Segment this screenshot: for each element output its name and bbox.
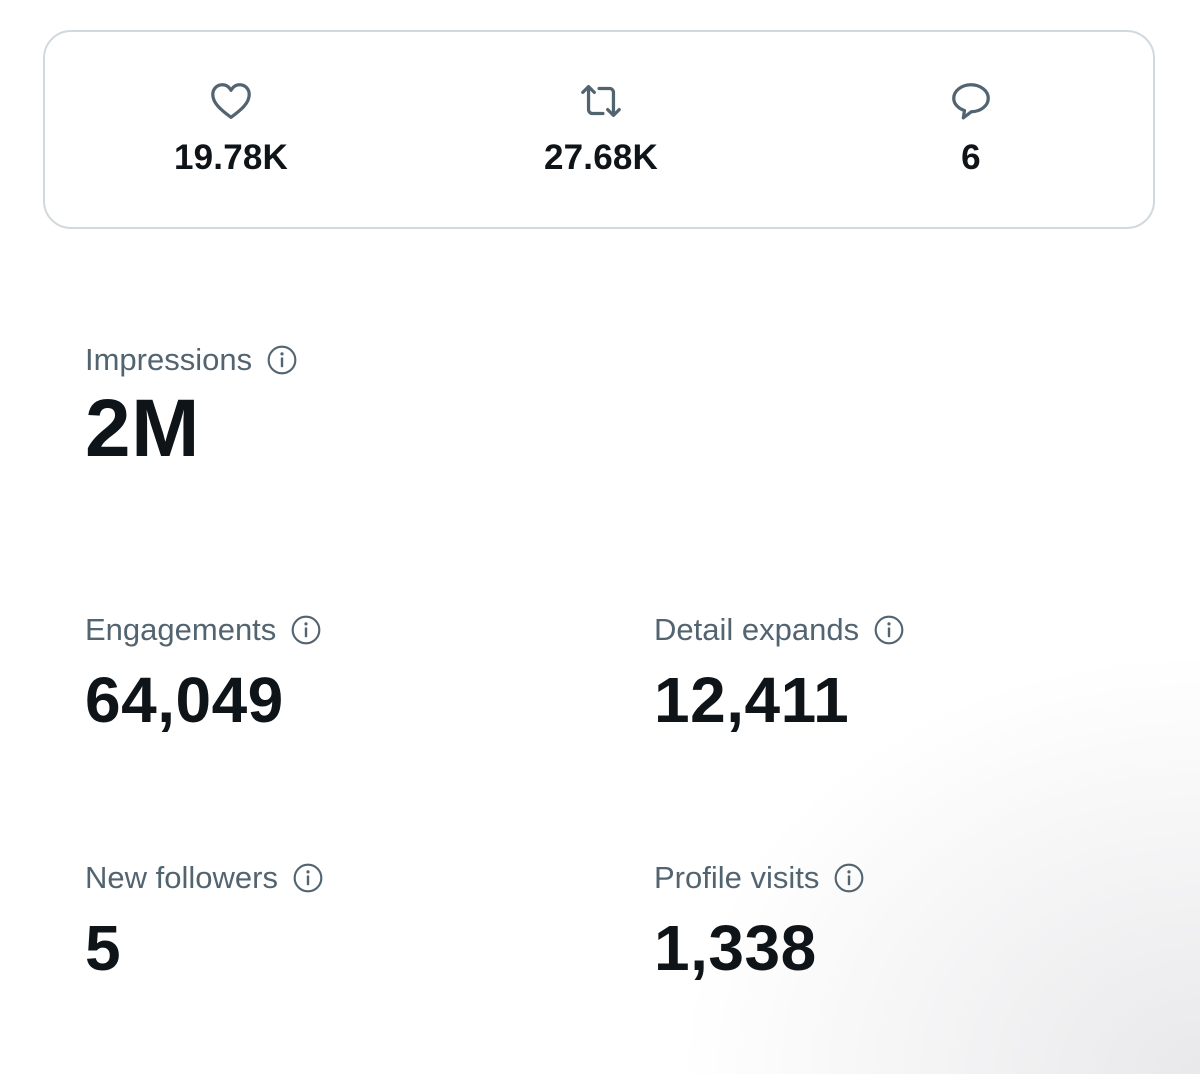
retweets-stat[interactable]: 27.68K — [501, 78, 701, 178]
detail-expands-value: 12,411 — [654, 664, 850, 736]
profile-visits-label: Profile visits — [654, 860, 820, 895]
reply-icon — [952, 83, 990, 120]
info-icon[interactable] — [290, 614, 322, 646]
info-icon[interactable] — [833, 862, 865, 894]
impressions-metric: Impressions 2M — [85, 340, 298, 474]
profile-visits-metric: Profile visits 1,338 — [654, 858, 865, 984]
impressions-value: 2M — [85, 383, 200, 474]
heart-icon — [211, 83, 251, 119]
info-icon[interactable] — [266, 344, 298, 376]
detail-expands-label: Detail expands — [654, 612, 860, 647]
engagements-metric: Engagements 64,049 — [85, 610, 322, 736]
likes-count: 19.78K — [173, 138, 289, 177]
impressions-label: Impressions — [85, 342, 253, 377]
new-followers-label: New followers — [85, 860, 278, 895]
detail-expands-metric: Detail expands 12,411 — [654, 610, 905, 736]
engagements-value: 64,049 — [85, 664, 284, 736]
engagement-summary-card: 19.78K 27.68K 6 — [43, 30, 1155, 229]
info-icon[interactable] — [873, 614, 905, 646]
likes-stat[interactable]: 19.78K — [131, 78, 331, 178]
engagements-label: Engagements — [85, 612, 277, 647]
new-followers-value: 5 — [85, 912, 122, 984]
retweets-count: 27.68K — [543, 138, 659, 177]
replies-stat[interactable]: 6 — [871, 78, 1071, 178]
info-icon[interactable] — [292, 862, 324, 894]
retweet-icon — [581, 84, 621, 118]
new-followers-metric: New followers 5 — [85, 858, 324, 984]
replies-count: 6 — [961, 138, 981, 177]
profile-visits-value: 1,338 — [654, 912, 817, 984]
